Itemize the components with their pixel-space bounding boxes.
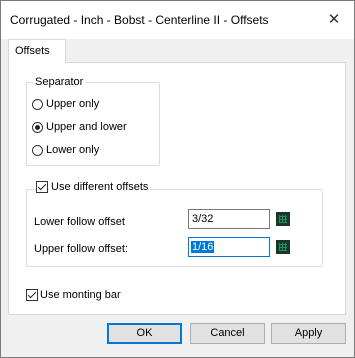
window-title: Corrugated - Inch - Bobst - Centerline I… bbox=[10, 13, 269, 27]
close-icon[interactable]: ✕ bbox=[321, 9, 347, 31]
cancel-button[interactable]: Cancel bbox=[190, 323, 265, 344]
lower-follow-offset-input[interactable]: 3/32 bbox=[188, 209, 270, 229]
radio-upper-and-lower-label[interactable]: Upper and lower bbox=[46, 121, 127, 133]
tab-offsets[interactable]: Offsets bbox=[8, 39, 66, 63]
tab-offsets-label: Offsets bbox=[15, 45, 50, 57]
upper-follow-offset-value: 1/16 bbox=[191, 241, 215, 253]
use-monting-bar-label[interactable]: Use monting bar bbox=[40, 289, 121, 301]
separator-legend: Separator bbox=[33, 76, 86, 88]
use-monting-bar-checkbox[interactable] bbox=[26, 289, 38, 301]
use-different-offsets-checkbox[interactable] bbox=[36, 181, 48, 193]
offsets-group bbox=[26, 189, 323, 267]
lower-follow-offset-value: 3/32 bbox=[192, 213, 214, 225]
radio-upper-only[interactable] bbox=[32, 99, 43, 110]
offsets-dialog: Corrugated - Inch - Bobst - Centerline I… bbox=[0, 0, 355, 358]
lower-offset-picker-icon[interactable] bbox=[276, 212, 290, 226]
radio-lower-only[interactable] bbox=[32, 145, 43, 156]
offsets-panel: Separator Upper only Upper and lower Low… bbox=[8, 62, 346, 315]
radio-upper-and-lower[interactable] bbox=[32, 122, 43, 133]
ok-button[interactable]: OK bbox=[107, 323, 182, 344]
apply-button[interactable]: Apply bbox=[271, 323, 346, 344]
upper-offset-picker-icon[interactable] bbox=[276, 240, 290, 254]
radio-upper-only-label[interactable]: Upper only bbox=[46, 98, 99, 110]
upper-follow-offset-input[interactable]: 1/16 bbox=[188, 237, 270, 257]
title-bar: Corrugated - Inch - Bobst - Centerline I… bbox=[1, 1, 354, 39]
use-different-offsets-label[interactable]: Use different offsets bbox=[49, 181, 151, 193]
upper-follow-offset-label: Upper follow offset: bbox=[34, 243, 128, 255]
lower-follow-offset-label: Lower follow offset bbox=[34, 216, 125, 228]
radio-lower-only-label[interactable]: Lower only bbox=[46, 144, 99, 156]
